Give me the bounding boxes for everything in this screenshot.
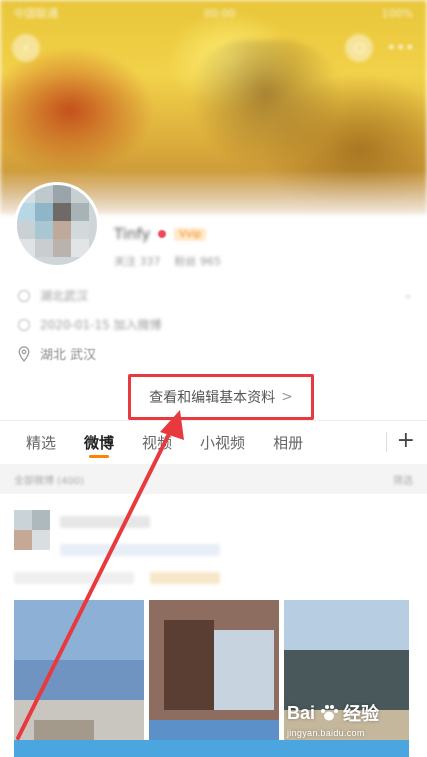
chevron-right-icon: > [281, 389, 293, 405]
clock-icon [18, 318, 30, 331]
tab-label: 小视频 [200, 433, 246, 452]
info-icon [18, 289, 30, 302]
filter-button[interactable]: 筛选 [393, 472, 413, 487]
profile-stats: 关注 337 粉丝 965 [114, 253, 221, 269]
post-text-placeholder [14, 572, 134, 584]
tab-label: 微博 [84, 433, 115, 452]
post-avatar[interactable] [14, 510, 50, 550]
tab-label: 视频 [142, 433, 173, 452]
battery-label: 100% [381, 6, 413, 20]
clock-label: 00:00 [203, 6, 236, 20]
info-text-2: 2020-01-15 加入微博 [40, 318, 162, 332]
watermark-url: jingyan.baidu.com [287, 728, 365, 738]
followers-count[interactable]: 粉丝 965 [175, 253, 222, 269]
post-meta-placeholder [60, 544, 220, 556]
tab-weibo[interactable]: 微博 [70, 420, 128, 464]
edit-profile-label: 查看和编辑基本资料 [149, 390, 276, 406]
profile-tabs: 精选 微博 视频 小视频 相册 [0, 420, 427, 464]
back-icon[interactable]: ‹ [12, 34, 40, 62]
info-text-1: 湖北武汉 [40, 289, 89, 303]
tab-featured[interactable]: 精选 [12, 420, 70, 464]
watermark-brand-left: Bai [287, 702, 316, 723]
search-icon[interactable]: ○ [345, 34, 374, 62]
edit-profile-button[interactable]: 查看和编辑基本资料 > [128, 374, 314, 420]
tab-short-video[interactable]: 小视频 [186, 420, 259, 464]
tab-album[interactable]: 相册 [259, 420, 317, 464]
top-nav: ‹ ○ ••• [0, 30, 427, 66]
more-icon[interactable]: ••• [387, 40, 415, 56]
watermark-brand-right: 经验 [343, 704, 380, 724]
vip-badge[interactable]: Vvip [174, 227, 207, 241]
tab-separator [386, 432, 387, 452]
tab-label: 相册 [273, 433, 304, 452]
avatar[interactable] [14, 182, 100, 268]
baidu-watermark: Bai 经验 jingyan.baidu.com [287, 700, 417, 752]
location-text: 湖北 武汉 [40, 348, 97, 363]
paw-logo-icon [321, 705, 339, 721]
info-line-2: 2020-01-15 加入微博 [18, 316, 162, 333]
location-line: 湖北 武汉 [18, 344, 96, 363]
tab-video[interactable]: 视频 [128, 420, 186, 464]
feed-count-label: 全部微博 (400) [14, 475, 85, 487]
carrier-label: 中国联通 [14, 7, 58, 20]
profile-name[interactable]: Tinfy [114, 225, 150, 243]
add-tab-button[interactable]: + [397, 428, 415, 453]
post-author-placeholder [60, 516, 150, 528]
location-pin-icon [18, 345, 30, 362]
info-line-1: 湖北武汉 [18, 287, 88, 304]
status-bar: 中国联通 00:00 100% [0, 0, 427, 26]
vip-icon [158, 230, 167, 238]
profile-name-row: Tinfy Vvip [114, 225, 207, 243]
feed-filter-bar: 全部微博 (400) 筛选 [0, 464, 427, 494]
post-text-placeholder [150, 572, 220, 584]
chevron-down-icon[interactable]: ⌄ [403, 287, 413, 301]
tab-label: 精选 [26, 433, 57, 452]
following-count[interactable]: 关注 337 [114, 253, 161, 269]
